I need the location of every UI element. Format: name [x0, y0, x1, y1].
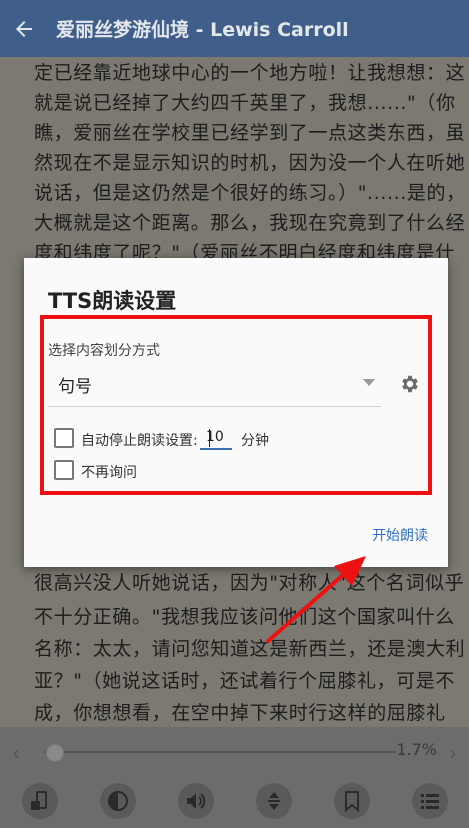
dialog-title: TTS朗读设置	[48, 289, 177, 313]
reader-text-line: 说话，但是这仍然是个很好的练习。）"......是的，	[34, 182, 466, 204]
split-mode-value: 句号	[58, 377, 92, 397]
reader-text-line: 成，你想想看，在空中掉下来时行这样的屈膝礼	[34, 702, 446, 724]
toolbar	[0, 783, 469, 819]
reader-text-line: 亚？"（她说这话时，还试着行个屈膝礼，可是不	[34, 670, 455, 692]
reader-text-line: 然现在不是显示知识的时机，因为没一个人在听她	[34, 152, 466, 174]
gear-icon[interactable]	[399, 373, 421, 395]
reader-text-line: 不十分正确。"我想我应该问他们这个国家叫什么	[34, 606, 455, 628]
start-reading-button[interactable]: 开始朗读	[372, 525, 428, 545]
dont-ask-checkbox[interactable]	[54, 460, 74, 480]
seek-track[interactable]	[44, 751, 396, 753]
reader-text-line: 名称：太太，请问您知道这是新西兰，还是澳大利	[34, 638, 466, 660]
bookmark-icon[interactable]	[334, 783, 370, 819]
reader-text-line: 很高兴没人听她说话，因为"对称人"这个名词似乎	[34, 572, 465, 594]
auto-stop-label: 自动停止朗读设置:	[81, 433, 198, 449]
seek-thumb[interactable]	[45, 744, 64, 762]
chevron-left-icon[interactable]: ‹	[12, 741, 20, 765]
chevron-right-icon[interactable]: ›	[449, 741, 457, 765]
progress-percent: 1.7%	[396, 740, 437, 759]
font-size-icon[interactable]	[256, 783, 292, 819]
screen-rotate-icon[interactable]	[22, 783, 58, 819]
reader-controls: ‹ 1.7% ›	[0, 727, 469, 828]
back-arrow-icon[interactable]	[12, 17, 36, 41]
auto-stop-checkbox[interactable]	[54, 428, 74, 448]
text-caret	[209, 429, 210, 447]
dont-ask-label: 不再询问	[81, 465, 137, 481]
dropdown-triangle-icon	[363, 379, 375, 386]
reader-text-line: 定已经靠近地球中心的一个地方啦！让我想想：这	[34, 62, 466, 84]
brightness-icon[interactable]	[100, 783, 136, 819]
minutes-input[interactable]	[200, 426, 232, 450]
minutes-unit: 分钟	[241, 433, 269, 449]
volume-icon[interactable]	[178, 783, 214, 819]
reader-text-line: 就是说已经掉了大约四千英里了，我想......"（你	[34, 92, 456, 114]
menu-list-icon[interactable]	[412, 783, 448, 819]
reader-text-line: 瞧，爱丽丝在学校里已经学到了一点这类东西，虽	[34, 122, 466, 144]
tts-settings-dialog: TTS朗读设置 选择内容划分方式 句号 自动停止朗读设置: 分钟 不再询问 开始…	[24, 258, 448, 567]
split-mode-select[interactable]: 句号	[48, 366, 381, 407]
app-bar: 爱丽丝梦游仙境 - Lewis Carroll	[0, 0, 469, 57]
book-title: 爱丽丝梦游仙境 - Lewis Carroll	[56, 19, 349, 41]
split-mode-label: 选择内容划分方式	[48, 343, 160, 359]
seek-row: ‹ 1.7% ›	[0, 737, 469, 767]
reader-text-line: 大概就是这个距离。那么，我现在究竟到了什么经	[34, 212, 466, 234]
